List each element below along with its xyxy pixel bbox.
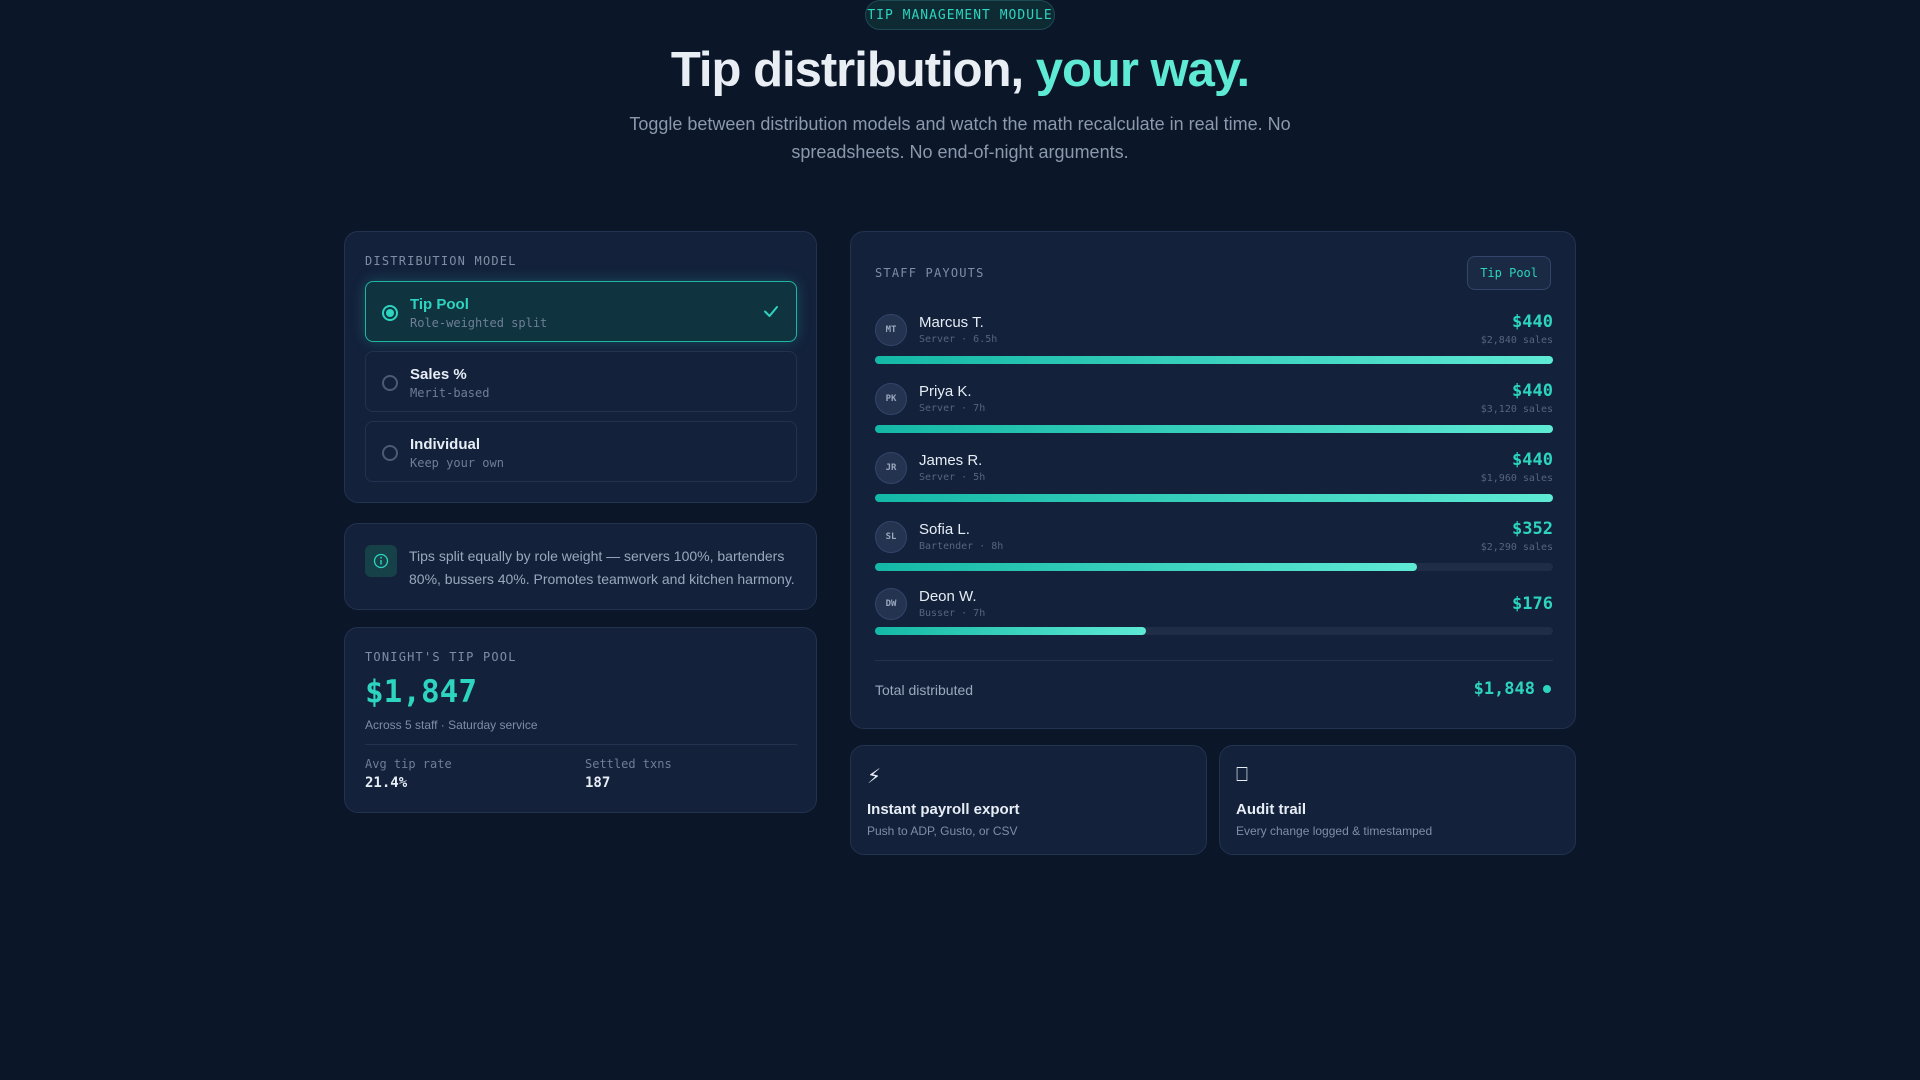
info-card: Tips split equally by role weight — serv… [344, 523, 817, 610]
check-icon [764, 306, 778, 317]
payout-bar [875, 494, 1553, 502]
staff-row: JR James R. Server · 5h $440 $1,960 sale… [875, 450, 1553, 506]
avatar: MT [875, 314, 907, 346]
staff-row: DW Deon W. Busser · 7h $176 [875, 588, 1553, 636]
payout-bar [875, 356, 1553, 364]
staff-sales: $2,290 sales [1480, 542, 1553, 553]
payout-bar-fill [875, 494, 1553, 502]
info-text: Tips split equally by role weight — serv… [409, 548, 795, 587]
staff-row: MT Marcus T. Server · 6.5h $440 $2,840 s… [875, 312, 1553, 368]
tip-pool-label: TONIGHT'S TIP POOL [365, 650, 517, 664]
feature-subtitle: Push to ADP, Gusto, or CSV [867, 824, 1018, 838]
payout-bar-fill [875, 627, 1147, 635]
stat-label: Avg tip rate [365, 757, 452, 771]
radio-selected-icon [382, 305, 398, 321]
avatar: SL [875, 521, 907, 553]
total-group: $1,848 [1474, 679, 1551, 699]
staff-role: Busser · 7h [919, 608, 986, 619]
payout-bar [875, 425, 1553, 433]
feature-title: Instant payroll export [867, 801, 1020, 818]
total-label: Total distributed [875, 682, 974, 698]
staff-amount: $352 [1512, 519, 1553, 539]
title-main: Tip distribution, [670, 43, 1036, 97]
option-title: Tip Pool [410, 296, 469, 313]
total-value: $1,848 [1473, 679, 1535, 699]
feature-card-audit[interactable]: ⎕ Audit trail Every change logged & time… [1219, 745, 1576, 855]
distribution-model-card: DISTRIBUTION MODEL Tip Pool Role-weighte… [344, 231, 817, 503]
staff-role: Server · 6.5h [919, 334, 998, 345]
tip-pool-card: TONIGHT'S TIP POOL $1,847 Across 5 staff… [344, 627, 817, 813]
feature-title: Audit trail [1236, 801, 1306, 818]
mode-badge[interactable]: Tip Pool [1467, 256, 1551, 290]
option-tip-pool[interactable]: Tip Pool Role-weighted split [365, 281, 797, 342]
option-sales-percent[interactable]: Sales % Merit-based [365, 351, 797, 412]
staff-payouts-card: STAFF PAYOUTS Tip Pool MT Marcus T. Serv… [850, 231, 1576, 729]
radio-icon [382, 445, 398, 461]
staff-amount: $440 [1512, 312, 1553, 332]
staff-name: Priya K. [919, 383, 972, 400]
payout-bar [875, 627, 1553, 635]
stat-value: 187 [585, 775, 611, 791]
option-subtitle: Role-weighted split [410, 316, 548, 330]
staff-name: Marcus T. [919, 314, 984, 331]
staff-sales: $3,120 sales [1480, 404, 1553, 415]
staff-amount: $440 [1512, 381, 1553, 401]
payout-bar-fill [875, 356, 1553, 364]
staff-payouts-label: STAFF PAYOUTS [875, 266, 985, 280]
lightning-icon: ⚡ [867, 766, 882, 788]
staff-name: Deon W. [919, 588, 977, 605]
payout-bar [875, 563, 1553, 571]
clipboard-icon: ⎕ [1236, 764, 1248, 786]
staff-amount: $176 [1512, 594, 1553, 614]
payout-bar-fill [875, 425, 1553, 433]
page-subtitle: Toggle between distribution models and w… [629, 114, 1291, 162]
option-title: Sales % [410, 366, 467, 383]
payout-bar-fill [875, 563, 1418, 571]
module-badge: TIP MANAGEMENT MODULE [865, 0, 1055, 30]
option-subtitle: Keep your own [410, 456, 504, 470]
staff-role: Server · 7h [919, 403, 986, 414]
staff-name: Sofia L. [919, 521, 970, 538]
stat-value: 21.4% [365, 775, 408, 791]
avatar: DW [875, 588, 907, 620]
option-title: Individual [410, 436, 481, 453]
avatar: PK [875, 383, 907, 415]
divider [365, 744, 797, 745]
title-highlight: your way. [1035, 43, 1250, 97]
staff-name: James R. [919, 452, 983, 469]
stat-label: Settled txns [585, 757, 672, 771]
distribution-label: DISTRIBUTION MODEL [365, 254, 517, 268]
staff-sales: $2,840 sales [1480, 335, 1553, 346]
staff-row: PK Priya K. Server · 7h $440 $3,120 sale… [875, 381, 1553, 437]
status-dot-icon [1543, 685, 1551, 693]
feature-subtitle: Every change logged & timestamped [1236, 824, 1433, 838]
option-individual[interactable]: Individual Keep your own [365, 421, 797, 482]
feature-card-payroll[interactable]: ⚡ Instant payroll export Push to ADP, Gu… [850, 745, 1207, 855]
radio-icon [382, 375, 398, 391]
staff-sales: $1,960 sales [1480, 473, 1553, 484]
avatar: JR [875, 452, 907, 484]
staff-amount: $440 [1512, 450, 1553, 470]
staff-role: Server · 5h [919, 472, 986, 483]
staff-role: Bartender · 8h [919, 541, 1004, 552]
info-icon [365, 545, 397, 577]
option-subtitle: Merit-based [410, 386, 490, 400]
divider [875, 660, 1553, 661]
tip-pool-subtitle: Across 5 staff · Saturday service [365, 718, 538, 732]
page-title: Tip distribution, your way. [0, 42, 1920, 98]
tip-pool-amount: $1,847 [365, 674, 477, 710]
staff-row: SL Sofia L. Bartender · 8h $352 $2,290 s… [875, 519, 1553, 575]
